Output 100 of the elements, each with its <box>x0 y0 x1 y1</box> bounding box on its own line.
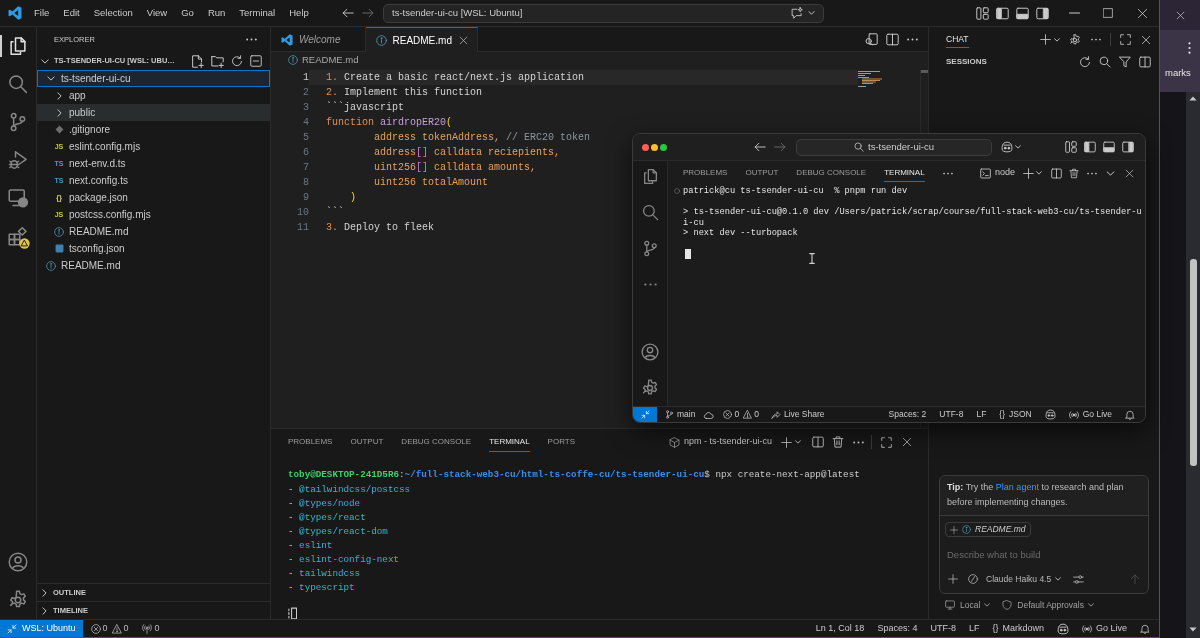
tree-item[interactable]: public <box>37 104 270 121</box>
menu-item[interactable]: Selection <box>86 0 140 26</box>
close-icon[interactable] <box>1125 168 1134 178</box>
problems-indicator[interactable]: 0 0 <box>90 621 129 636</box>
panel-tab[interactable]: OUTPUT <box>745 164 779 182</box>
run-debug-icon[interactable] <box>8 150 28 170</box>
sidebar-toggle-icon[interactable] <box>1122 141 1134 153</box>
refresh-icon[interactable] <box>231 55 243 67</box>
sidebar-toggle-icon[interactable] <box>1084 141 1096 153</box>
caret-down-icon[interactable] <box>1054 37 1060 42</box>
back-arrow-icon[interactable] <box>342 7 354 19</box>
bell-icon[interactable] <box>1125 409 1135 420</box>
scroll-down-icon[interactable] <box>1189 627 1197 632</box>
panel-toggle-icon[interactable] <box>1016 6 1029 20</box>
panel-tab[interactable]: PROBLEMS <box>288 432 333 452</box>
chevron-right-icon[interactable] <box>56 91 62 100</box>
tree-item[interactable]: .gitignore <box>37 121 270 138</box>
plan-agent-link[interactable]: Plan agent <box>995 482 1039 492</box>
search-box[interactable]: ts-tsender-ui-cu <box>796 138 992 156</box>
cloud-icon[interactable] <box>703 409 715 420</box>
files-icon[interactable] <box>8 36 28 56</box>
maximize-icon[interactable] <box>1103 8 1113 18</box>
settings-icon[interactable] <box>641 379 659 397</box>
chevron-down-icon[interactable] <box>1106 170 1115 176</box>
chevron-down-icon[interactable] <box>41 58 49 64</box>
status-item[interactable]: UTF-8 <box>939 408 964 421</box>
chevron-down-icon[interactable] <box>47 76 55 81</box>
status-item[interactable]: LF <box>976 408 987 421</box>
model-picker[interactable]: Claude Haiku 4.5 <box>986 572 1062 586</box>
window-zoom-icon[interactable] <box>660 143 667 151</box>
more-icon[interactable] <box>1087 171 1097 175</box>
terminal-name[interactable]: npm - ts-tsender-ui-cu <box>683 435 772 449</box>
source-control-icon[interactable] <box>641 239 659 257</box>
open-preview-icon[interactable] <box>865 32 878 46</box>
caret-down-icon[interactable] <box>808 11 815 15</box>
layout-icon[interactable] <box>1065 141 1077 153</box>
scrollbar-track[interactable] <box>1186 92 1200 638</box>
caret-down-icon[interactable] <box>984 603 991 607</box>
split-terminal-icon[interactable] <box>812 436 824 448</box>
plus-icon[interactable] <box>1040 34 1051 45</box>
scroll-up-icon[interactable] <box>1189 96 1197 101</box>
robot-face-icon[interactable] <box>1056 622 1069 635</box>
refresh-icon[interactable] <box>1079 56 1091 68</box>
caret-down-icon[interactable] <box>795 440 801 444</box>
bell-icon[interactable] <box>1140 623 1150 634</box>
chevron-right-icon[interactable] <box>56 108 62 117</box>
search-icon[interactable] <box>1099 56 1111 68</box>
chevron-right-icon[interactable] <box>42 588 47 597</box>
layout-icon[interactable] <box>976 6 989 20</box>
robot-face-icon[interactable] <box>1044 409 1056 420</box>
account-icon[interactable] <box>641 343 659 361</box>
more-icon[interactable] <box>942 171 953 175</box>
remote-indicator[interactable] <box>633 407 657 422</box>
filter-icon[interactable] <box>1119 56 1131 68</box>
maximize-icon[interactable] <box>1120 34 1131 45</box>
back-arrow-icon[interactable] <box>754 141 766 153</box>
caret-down-icon[interactable] <box>1087 603 1094 607</box>
editor-tab[interactable]: README.md <box>365 27 478 52</box>
forward-arrow-icon[interactable] <box>774 141 786 153</box>
more-icon[interactable] <box>907 37 918 41</box>
tree-item[interactable]: app <box>37 87 270 104</box>
sidebar-toggle-icon[interactable] <box>996 6 1009 20</box>
account-icon[interactable] <box>8 552 28 572</box>
more-icon[interactable] <box>1091 38 1101 41</box>
menu-item[interactable]: Edit <box>56 0 87 26</box>
go-live-button[interactable]: Go Live <box>1068 408 1112 421</box>
message-input[interactable]: Describe what to build <box>947 543 1141 565</box>
source-control-icon[interactable] <box>8 112 28 132</box>
branch-indicator[interactable]: main <box>665 408 696 421</box>
chat-tab[interactable]: CHAT <box>946 31 969 48</box>
menu-item[interactable]: Terminal <box>232 0 283 26</box>
more-icon[interactable] <box>246 38 257 41</box>
remote-monitor-icon[interactable] <box>8 188 28 208</box>
language-mode[interactable]: {} Markdown <box>992 621 1044 636</box>
split-view-icon[interactable] <box>1139 56 1151 68</box>
split-terminal-icon[interactable] <box>1051 167 1062 179</box>
status-item[interactable]: Spaces: 2 <box>888 408 927 421</box>
search-icon[interactable] <box>641 203 659 221</box>
tree-item[interactable]: tsconfig.json <box>37 240 270 257</box>
caret-down-icon[interactable] <box>1015 145 1021 149</box>
panel-tab[interactable]: PROBLEMS <box>683 164 728 182</box>
menu-item[interactable]: Help <box>282 0 316 26</box>
scrollbar-thumb[interactable] <box>921 70 928 73</box>
close-icon[interactable] <box>1136 7 1148 19</box>
more-icon[interactable] <box>643 282 657 286</box>
go-live-button[interactable]: Go Live <box>1081 621 1127 636</box>
close-icon[interactable] <box>458 35 468 45</box>
robot-face-icon[interactable] <box>1001 141 1013 153</box>
panel-tab[interactable]: PORTS <box>547 432 576 452</box>
tree-item[interactable]: README.md <box>37 223 270 240</box>
plus-icon[interactable] <box>1023 167 1034 179</box>
extensions-icon[interactable] <box>8 226 28 246</box>
approvals-picker[interactable]: Default Approvals <box>1002 598 1094 612</box>
close-icon[interactable] <box>1175 10 1185 20</box>
attachment-chip[interactable]: README.md <box>945 522 1031 537</box>
status-item[interactable]: Ln 1, Col 18 <box>815 621 865 636</box>
terminal-name[interactable]: node <box>994 166 1015 180</box>
close-icon[interactable] <box>1141 34 1151 45</box>
window-minimize-icon[interactable] <box>651 143 658 151</box>
chat-sparkle-icon[interactable] <box>791 7 803 19</box>
